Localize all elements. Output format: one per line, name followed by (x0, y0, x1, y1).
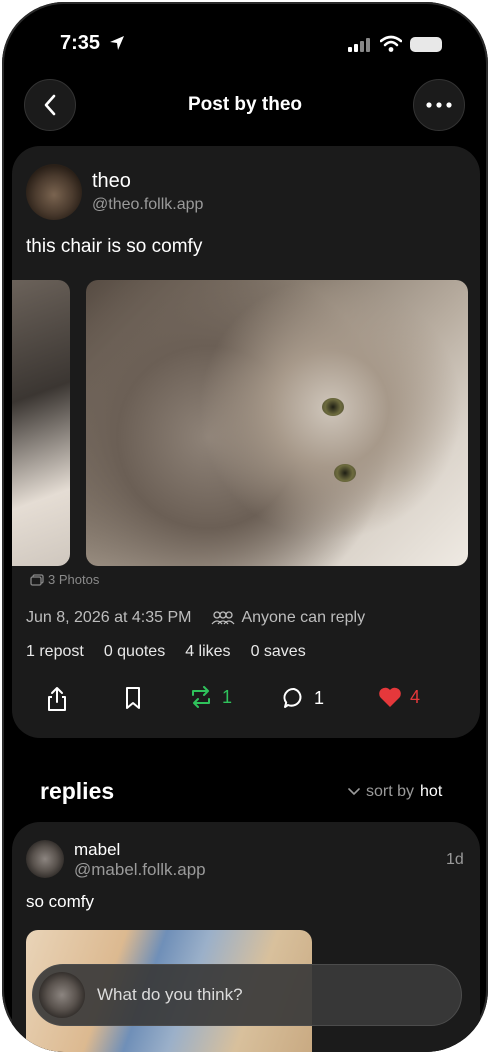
photo-count: 3 Photos (30, 572, 99, 587)
repost-icon (192, 686, 210, 708)
location-arrow-icon (110, 36, 124, 50)
save-stat[interactable]: 0 saves (251, 643, 306, 661)
repost-stat[interactable]: 1 repost (26, 643, 84, 661)
status-time: 7:35 (60, 32, 101, 54)
repost-button[interactable]: 1 (188, 686, 232, 708)
more-options-button[interactable] (413, 79, 465, 131)
quote-stat[interactable]: 0 quotes (104, 643, 165, 661)
share-icon (48, 687, 66, 711)
like-stat[interactable]: 4 likes (185, 643, 230, 661)
reply-button[interactable]: 1 (282, 686, 324, 710)
bookmark-icon (126, 687, 140, 709)
photos-icon (30, 573, 44, 586)
heart-icon (379, 687, 401, 707)
post-text: this chair is so comfy (26, 236, 203, 257)
reply-text: so comfy (26, 892, 95, 911)
reply-author-handle[interactable]: @mabel.follk.app (74, 860, 206, 880)
like-button[interactable]: 4 (378, 686, 420, 708)
composer-placeholder[interactable]: What do you think? (97, 985, 243, 1005)
previous-photo[interactable] (12, 280, 70, 566)
chevron-down-icon (348, 788, 360, 796)
like-count: 4 (410, 686, 421, 707)
post-card: theo @theo.follk.app this chair is so co… (12, 146, 480, 738)
repost-count: 1 (222, 686, 233, 707)
replies-heading: replies (40, 778, 115, 804)
reply-count: 1 (314, 687, 325, 708)
people-icon (211, 611, 235, 625)
sort-label: sort by (366, 783, 415, 800)
reply-author-name[interactable]: mabel (74, 840, 120, 860)
status-bar: 7:35 (2, 2, 488, 82)
cat-eye (322, 398, 344, 416)
phone-screen: 7:35 Post by theo theo @theo.follk.app t… (2, 2, 488, 1052)
post-meta: Jun 8, 2026 at 4:35 PM Anyone can reply (26, 609, 365, 627)
share-button[interactable] (46, 686, 68, 712)
post-actions: 1 1 4 (12, 686, 480, 716)
cellular-signal-icon (348, 38, 370, 52)
cat-eye (334, 464, 356, 482)
author-avatar[interactable] (26, 164, 82, 220)
reply-time: 1d (446, 851, 464, 868)
author-handle[interactable]: @theo.follk.app (92, 196, 203, 214)
composer-avatar (39, 972, 85, 1018)
post-photo[interactable] (86, 280, 468, 566)
reply-setting[interactable]: Anyone can reply (241, 609, 365, 627)
wifi-icon (380, 35, 402, 52)
post-date: Jun 8, 2026 at 4:35 PM (26, 609, 192, 626)
sort-dropdown[interactable]: sort by hot (348, 783, 442, 801)
sort-value: hot (420, 783, 443, 800)
save-button[interactable] (124, 686, 142, 710)
ellipsis-icon (426, 102, 452, 108)
photo-count-label: 3 Photos (48, 572, 100, 587)
battery-icon (410, 37, 442, 52)
reply-author-avatar[interactable] (26, 840, 64, 878)
author-name[interactable]: theo (92, 170, 131, 193)
post-stats: 1 repost 0 quotes 4 likes 0 saves (26, 643, 306, 661)
reply-composer[interactable]: What do you think? (32, 964, 462, 1026)
comment-icon (283, 688, 302, 708)
